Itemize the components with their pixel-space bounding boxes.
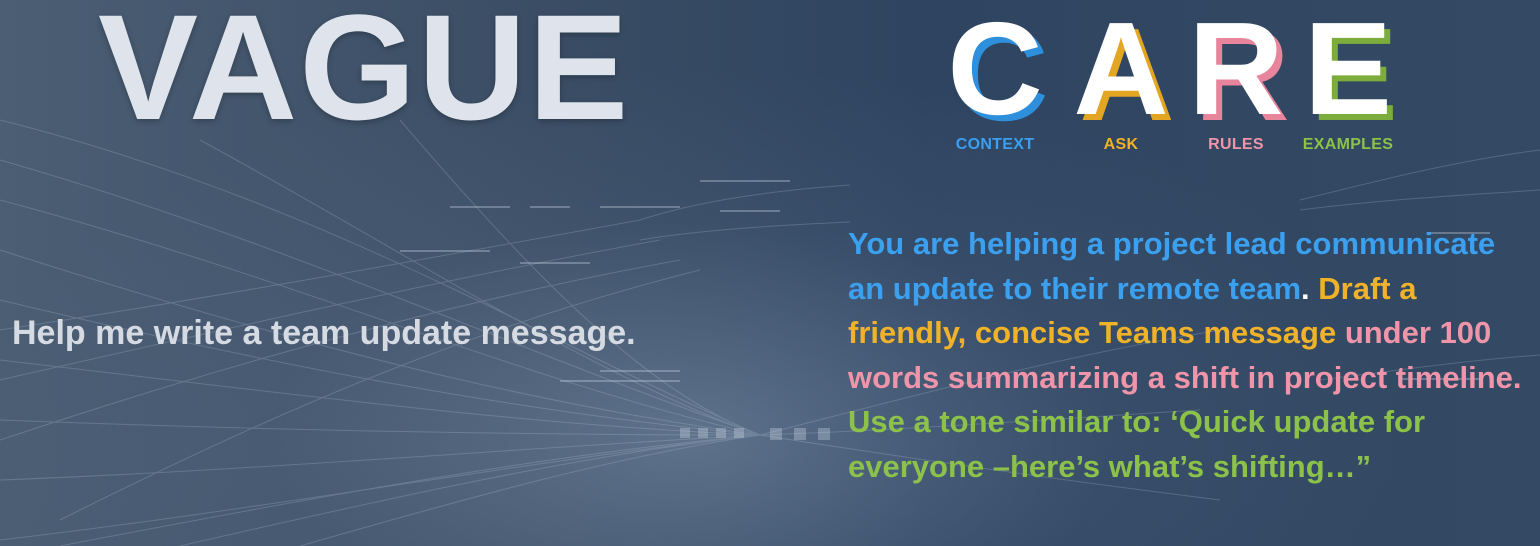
- care-label-examples: EXAMPLES: [1302, 136, 1394, 153]
- care-letter-e: E: [1303, 0, 1393, 142]
- care-letter-c: C: [947, 0, 1043, 142]
- care-label-context: CONTEXT: [955, 136, 1035, 153]
- prompt-period: .: [1301, 270, 1319, 306]
- care-heading: C CONTEXT A ASK R RULES E EXAMPLES: [940, 0, 1410, 156]
- care-letter-a: A: [1073, 0, 1169, 142]
- care-context-column: C CONTEXT: [940, 0, 1050, 154]
- care-examples-column: E EXAMPLES: [1286, 0, 1410, 154]
- care-letter-r: R: [1188, 0, 1284, 142]
- prompt-examples: Use a tone similar to: ‘Quick update for…: [848, 404, 1426, 484]
- care-prompt-text: You are helping a project lead communica…: [848, 222, 1533, 489]
- care-rules-column: R RULES: [1176, 0, 1296, 154]
- care-ask-column: A ASK: [1066, 0, 1176, 154]
- vague-message: Help me write a team update message.: [12, 314, 636, 352]
- vague-title: VAGUE: [98, 0, 631, 151]
